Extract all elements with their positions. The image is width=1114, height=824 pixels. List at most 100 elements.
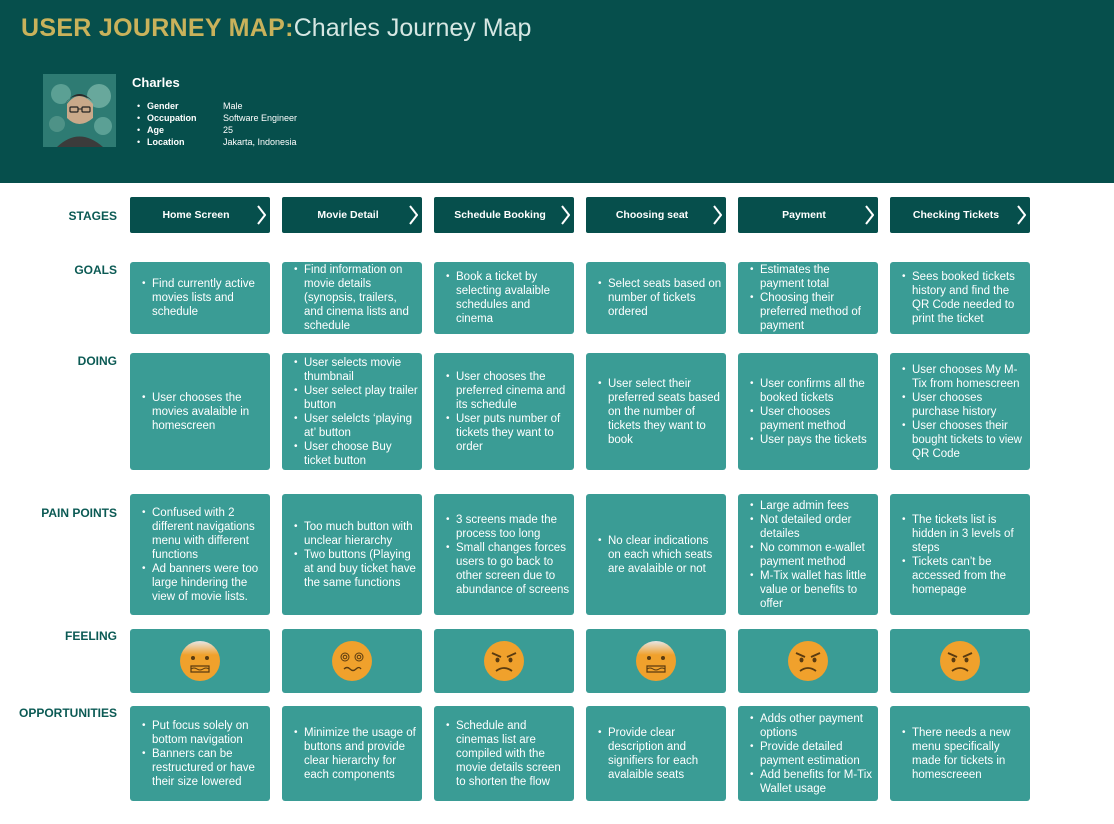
doing-card: User chooses My M-Tix from homescreenUse… (890, 353, 1030, 470)
chevron-right-icon (1017, 205, 1026, 225)
stage-label: Schedule Booking (454, 209, 546, 221)
doing-card: User confirms all the booked tickets User… (738, 353, 878, 470)
bullet-item: Find information on movie details (synop… (290, 263, 418, 333)
bullet-item: User choose Buy ticket button (290, 440, 418, 468)
bullet-item: Schedule and cinemas list are compiled w… (442, 719, 570, 789)
attr-label: Gender (147, 101, 179, 111)
bullet-item: Minimize the usage of buttons and provid… (290, 726, 418, 782)
bullet-list: Estimates the payment totalChoosing thei… (746, 263, 874, 333)
stage-header: Payment (738, 197, 878, 233)
bullet-item: Add benefits for M-Tix Wallet usage (746, 768, 874, 796)
bullet-item: Confused with 2 different navigations me… (138, 506, 266, 562)
persona-avatar (43, 74, 116, 147)
bullet-item: User selelcts ‘playing at’ button (290, 412, 418, 440)
chevron-right-icon (561, 205, 570, 225)
bullet-list: The tickets list is hidden in 3 levels o… (898, 513, 1026, 597)
bullet-item: User chooses purchase history (898, 391, 1026, 419)
opportunity-card: Minimize the usage of buttons and provid… (282, 706, 422, 801)
bullet-item: Book a ticket by selecting avalaible sch… (442, 270, 570, 326)
goal-card: Select seats based on number of tickets … (586, 262, 726, 334)
bullet-item: User confirms all the booked tickets (746, 377, 874, 405)
chevron-right-icon (713, 205, 722, 225)
goal-card: Estimates the payment totalChoosing thei… (738, 262, 878, 334)
grimacing-face-icon (180, 641, 220, 681)
opportunity-card: Schedule and cinemas list are compiled w… (434, 706, 574, 801)
title-main: USER JOURNEY MAP: (21, 14, 294, 42)
chevron-right-icon (409, 205, 418, 225)
persona-attr-location: Location Jakarta, Indonesia (137, 137, 297, 149)
bullet-item: Too much button with unclear hierarchy (290, 520, 418, 548)
attr-label: Location (147, 137, 185, 147)
bullet-list: Book a ticket by selecting avalaible sch… (442, 270, 570, 326)
bullet-item: User chooses the preferred cinema and it… (442, 370, 570, 412)
opportunity-card: There needs a new menu specifically made… (890, 706, 1030, 801)
bullet-item: Ad banners were too large hindering the … (138, 562, 266, 604)
bullet-item: No common e-wallet payment method (746, 541, 874, 569)
stage-label: Movie Detail (317, 209, 379, 221)
bullet-item: Small changes forces users to go back to… (442, 541, 570, 597)
bullet-item: User pays the tickets (746, 433, 874, 447)
angry-face-icon (788, 641, 828, 681)
bullet-list: Confused with 2 different navigations me… (138, 506, 266, 604)
feeling-card (282, 629, 422, 693)
bullet-list: Too much button with unclear hierarchyTw… (290, 520, 418, 590)
bullet-item: Put focus solely on bottom navigation (138, 719, 266, 747)
chevron-right-icon (865, 205, 874, 225)
bullet-item: User chooses their bought tickets to vie… (898, 419, 1026, 461)
opportunity-card: Provide clear description and signifiers… (586, 706, 726, 801)
attr-value: Software Engineer (223, 113, 298, 123)
feeling-card (586, 629, 726, 693)
bullet-item: M-Tix wallet has little value or benefit… (746, 569, 874, 611)
attr-value: Jakarta, Indonesia (223, 137, 297, 147)
bullet-list: User chooses the movies avalaible in hom… (138, 391, 266, 433)
bullet-list: Provide clear description and signifiers… (594, 726, 722, 782)
feeling-card (130, 629, 270, 693)
bullet-list: Select seats based on number of tickets … (594, 277, 722, 319)
persona-attributes: Gender Male Occupation Software Engineer A… (137, 101, 297, 149)
row-label-stages: STAGES (68, 209, 117, 223)
bullet-item: Large admin fees (746, 499, 874, 513)
header-banner: USER JOURNEY MAP:Charles Journey Map Cha… (0, 0, 1114, 183)
chevron-right-icon (257, 205, 266, 225)
attr-value: Male (223, 101, 243, 111)
stage-label: Choosing seat (615, 209, 689, 221)
angry-face-icon (484, 641, 524, 681)
doing-card: User selects movie thumbnailUser select … (282, 353, 422, 470)
bullet-item: There needs a new menu specifically made… (898, 726, 1026, 782)
goal-card: Find information on movie details (synop… (282, 262, 422, 334)
bullet-item: 3 screens made the process too long (442, 513, 570, 541)
doing-card: User chooses the preferred cinema and it… (434, 353, 574, 470)
persona-name: Charles (132, 75, 180, 90)
dizzy-face-icon (332, 641, 372, 681)
bullet-item: User chooses the movies avalaible in hom… (138, 391, 266, 433)
attr-label: Age (147, 125, 165, 135)
pain-point-card: Confused with 2 different navigations me… (130, 494, 270, 615)
attr-label: Occupation (147, 113, 197, 123)
doing-card: User chooses the movies avalaible in hom… (130, 353, 270, 470)
opportunity-card: Adds other payment optionsProvide detail… (738, 706, 878, 801)
bullet-item: Adds other payment options (746, 712, 874, 740)
bullet-item: Provide detailed payment estimation (746, 740, 874, 768)
bullet-list: Minimize the usage of buttons and provid… (290, 726, 418, 782)
doing-card: User select their preferred seats based … (586, 353, 726, 470)
opportunity-card: Put focus solely on bottom navigationBan… (130, 706, 270, 801)
bullet-list: Sees booked tickets history and find the… (898, 270, 1026, 326)
bullet-item: Tickets can’t be accessed from the homep… (898, 555, 1026, 597)
feeling-card (890, 629, 1030, 693)
goal-card: Sees booked tickets history and find the… (890, 262, 1030, 334)
bullet-list: User confirms all the booked tickets User… (746, 377, 874, 447)
bullet-item: User selects movie thumbnail (290, 356, 418, 384)
bullet-list: Large admin feesNot detailed order detai… (746, 499, 874, 611)
bullet-item: User select their preferred seats based … (594, 377, 722, 447)
feeling-card (434, 629, 574, 693)
row-label-feeling: FEELING (64, 629, 117, 643)
bullet-item: Provide clear description and signifiers… (594, 726, 722, 782)
bullet-list: Adds other payment optionsProvide detail… (746, 712, 874, 796)
row-label-opportunities: OPPORTUNITIES (18, 706, 117, 720)
bullet-item: Banners can be restructured or have thei… (138, 747, 266, 789)
bullet-list: User selects movie thumbnailUser select … (290, 356, 418, 468)
bullet-item: Select seats based on number of tickets … (594, 277, 722, 319)
bullet-item: The tickets list is hidden in 3 levels o… (898, 513, 1026, 555)
pain-point-card: No clear indications on each which seats… (586, 494, 726, 615)
pain-point-card: The tickets list is hidden in 3 levels o… (890, 494, 1030, 615)
